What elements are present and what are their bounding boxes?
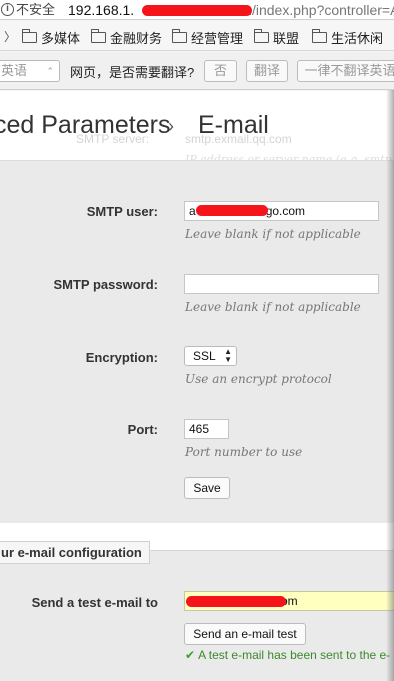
- bookmark-label: 经营管理: [191, 31, 244, 46]
- bookmark-label: 金融财务: [110, 31, 163, 46]
- send-test-button[interactable]: Send an e-mail test: [184, 623, 306, 645]
- checkmark-icon: ✔: [185, 648, 196, 662]
- translate-button[interactable]: 翻译: [246, 60, 288, 82]
- section-heading: ur e-mail configuration: [0, 541, 150, 564]
- screen-edge: [386, 90, 394, 681]
- bookmarks-bar: 〉 多媒体 金融财务 经营管理 联盟 生活休闲: [0, 21, 394, 51]
- folder-icon: [172, 29, 187, 43]
- smtp-user-prefix: a: [189, 204, 196, 218]
- bookmark-folder[interactable]: 金融财务: [91, 28, 162, 47]
- success-text: A test e-mail has been sent to the e-: [198, 648, 391, 662]
- bookmark-label: 多媒体: [41, 31, 81, 46]
- bookmark-folder[interactable]: 多媒体: [22, 28, 80, 47]
- encryption-value: SSL: [193, 349, 216, 363]
- encryption-label: Encryption:: [85, 350, 158, 365]
- smtp-user-suffix: go.com: [265, 204, 306, 218]
- smtp-password-hint: Leave blank if not applicable: [185, 300, 361, 314]
- folder-icon: [22, 29, 37, 43]
- bookmark-folder[interactable]: 联盟: [254, 28, 299, 47]
- redaction-mark: [142, 5, 252, 16]
- folder-icon: [254, 29, 269, 43]
- send-test-label: Send a test e-mail to: [31, 595, 158, 610]
- translate-bar: 英语 ⌃⌄ 网页，是否需要翻译? 否 翻译 一律不翻译英语: [0, 52, 394, 96]
- encryption-select[interactable]: SSL ▲ ▼: [184, 346, 237, 366]
- redaction-mark: [196, 205, 268, 216]
- bookmark-label: 联盟: [273, 31, 300, 46]
- address-bar[interactable]: i 不安全 192.168.1. n/index.php?controller=A…: [0, 0, 394, 20]
- success-message: ✔ A test e-mail has been sent to the e-: [185, 648, 390, 662]
- port-hint: Port number to use: [185, 445, 303, 459]
- breadcrumb-parent[interactable]: ced Parameters: [0, 111, 170, 140]
- translate-question: 网页，是否需要翻译?: [70, 65, 195, 80]
- breadcrumb-separator: ›: [168, 116, 174, 136]
- save-button[interactable]: Save: [184, 477, 230, 499]
- smtp-password-label: SMTP password:: [53, 277, 158, 292]
- language-select[interactable]: 英语 ⌃⌄: [0, 60, 60, 96]
- select-arrows-icon: ▲ ▼: [224, 347, 232, 364]
- email-settings-form: SMTP user: a go.com Leave blank if not ap…: [0, 161, 394, 523]
- bookmark-folder[interactable]: 生活休闲: [312, 28, 383, 47]
- language-value: 英语: [1, 63, 28, 78]
- bookmark-folder[interactable]: 经营管理: [172, 28, 243, 47]
- smtp-password-field[interactable]: [184, 274, 379, 294]
- page-title: E-mail: [198, 111, 269, 139]
- bookmark-label: 生活休闲: [331, 31, 384, 46]
- smtp-user-hint: Leave blank if not applicable: [185, 227, 361, 241]
- port-label: Port:: [127, 422, 158, 437]
- info-icon[interactable]: i: [1, 3, 14, 16]
- never-translate-button[interactable]: 一律不翻译英语: [297, 60, 394, 82]
- folder-icon: [312, 29, 327, 43]
- chevron-left-icon[interactable]: 〉: [4, 28, 16, 45]
- url-host: 192.168.1.: [68, 2, 135, 18]
- page-header: SMTP server: smtp.exmail.qq.com IP addre…: [0, 91, 394, 166]
- redaction-mark: [186, 596, 286, 607]
- port-field[interactable]: 465: [184, 419, 229, 439]
- smtp-user-label: SMTP user:: [86, 204, 158, 219]
- no-button[interactable]: 否: [204, 60, 237, 82]
- folder-icon: [91, 29, 106, 43]
- encryption-hint: Use an encrypt protocol: [185, 372, 332, 386]
- test-email-section: ur e-mail configuration Send a test e-ma…: [0, 523, 394, 681]
- url-path: n/index.php?controller=Ac: [244, 2, 394, 18]
- security-label[interactable]: 不安全: [16, 0, 55, 19]
